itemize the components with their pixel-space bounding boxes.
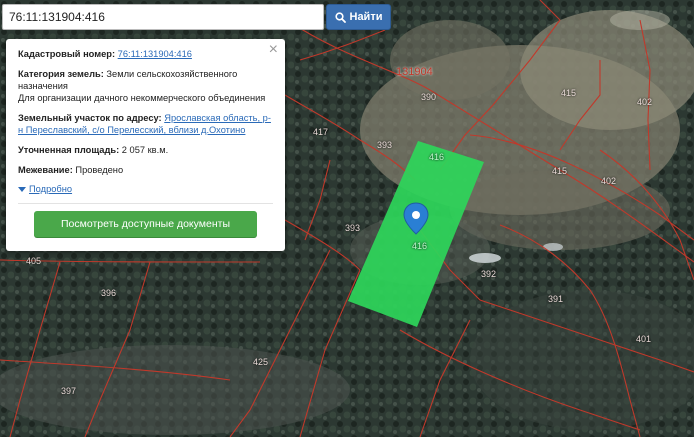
cad-number-label: Кадастровый номер: bbox=[18, 49, 116, 59]
search-icon bbox=[334, 11, 346, 23]
search-button-label: Найти bbox=[349, 11, 383, 23]
parcel-number-label: 416 bbox=[412, 241, 428, 251]
parcel-number-label: 405 bbox=[26, 256, 42, 266]
parcel-number-label: 402 bbox=[601, 176, 617, 186]
cad-number-row: Кадастровый номер: 76:11:131904:416 bbox=[18, 48, 273, 60]
area-label: Уточненная площадь: bbox=[18, 145, 120, 155]
parcel-info-popup: × Кадастровый номер: 76:11:131904:416 Ка… bbox=[6, 39, 285, 251]
parcel-number-label: 415 bbox=[561, 88, 577, 98]
parcel-number-label: 416 bbox=[429, 152, 445, 162]
category-row: Категория земель: Земли сельскохозяйстве… bbox=[18, 68, 273, 104]
category-label: Категория земель: bbox=[18, 69, 104, 79]
search-input[interactable] bbox=[2, 4, 324, 30]
survey-value: Проведено bbox=[75, 165, 124, 175]
parcel-number-label: 401 bbox=[636, 334, 652, 344]
parcel-number-label: 396 bbox=[101, 288, 117, 298]
parcel-number-label: 425 bbox=[253, 357, 269, 367]
details-label: Подробно bbox=[29, 184, 73, 194]
quarter-number-label: 131904 bbox=[396, 66, 433, 78]
search-button[interactable]: Найти bbox=[326, 4, 391, 30]
divider bbox=[18, 203, 273, 204]
close-icon[interactable]: × bbox=[269, 42, 278, 58]
address-label: Земельный участок по адресу: bbox=[18, 113, 162, 123]
address-row: Земельный участок по адресу: Ярославская… bbox=[18, 112, 273, 136]
parcel-number-label: 393 bbox=[345, 223, 361, 233]
parcel-number-label: 390 bbox=[421, 92, 437, 102]
area-value: 2 057 кв.м. bbox=[121, 145, 169, 155]
area-row: Уточненная площадь: 2 057 кв.м. bbox=[18, 144, 273, 156]
parcel-number-label: 393 bbox=[377, 140, 393, 150]
parcel-number-label: 397 bbox=[61, 386, 77, 396]
parcel-number-label: 402 bbox=[637, 97, 653, 107]
usage-value: Для организации дачного некоммерческого … bbox=[18, 93, 266, 103]
parcel-number-label: 415 bbox=[552, 166, 568, 176]
view-documents-button[interactable]: Посмотреть доступные документы bbox=[34, 211, 257, 237]
parcel-number-label: 392 bbox=[481, 269, 497, 279]
parcel-number-label: 417 bbox=[313, 127, 329, 137]
survey-row: Межевание: Проведено bbox=[18, 164, 273, 176]
details-toggle[interactable]: Подробно bbox=[18, 183, 273, 195]
parcel-number-label: 391 bbox=[548, 294, 564, 304]
caret-down-icon bbox=[18, 186, 26, 192]
cad-number-link[interactable]: 76:11:131904:416 bbox=[118, 49, 192, 59]
survey-label: Межевание: bbox=[18, 165, 73, 175]
